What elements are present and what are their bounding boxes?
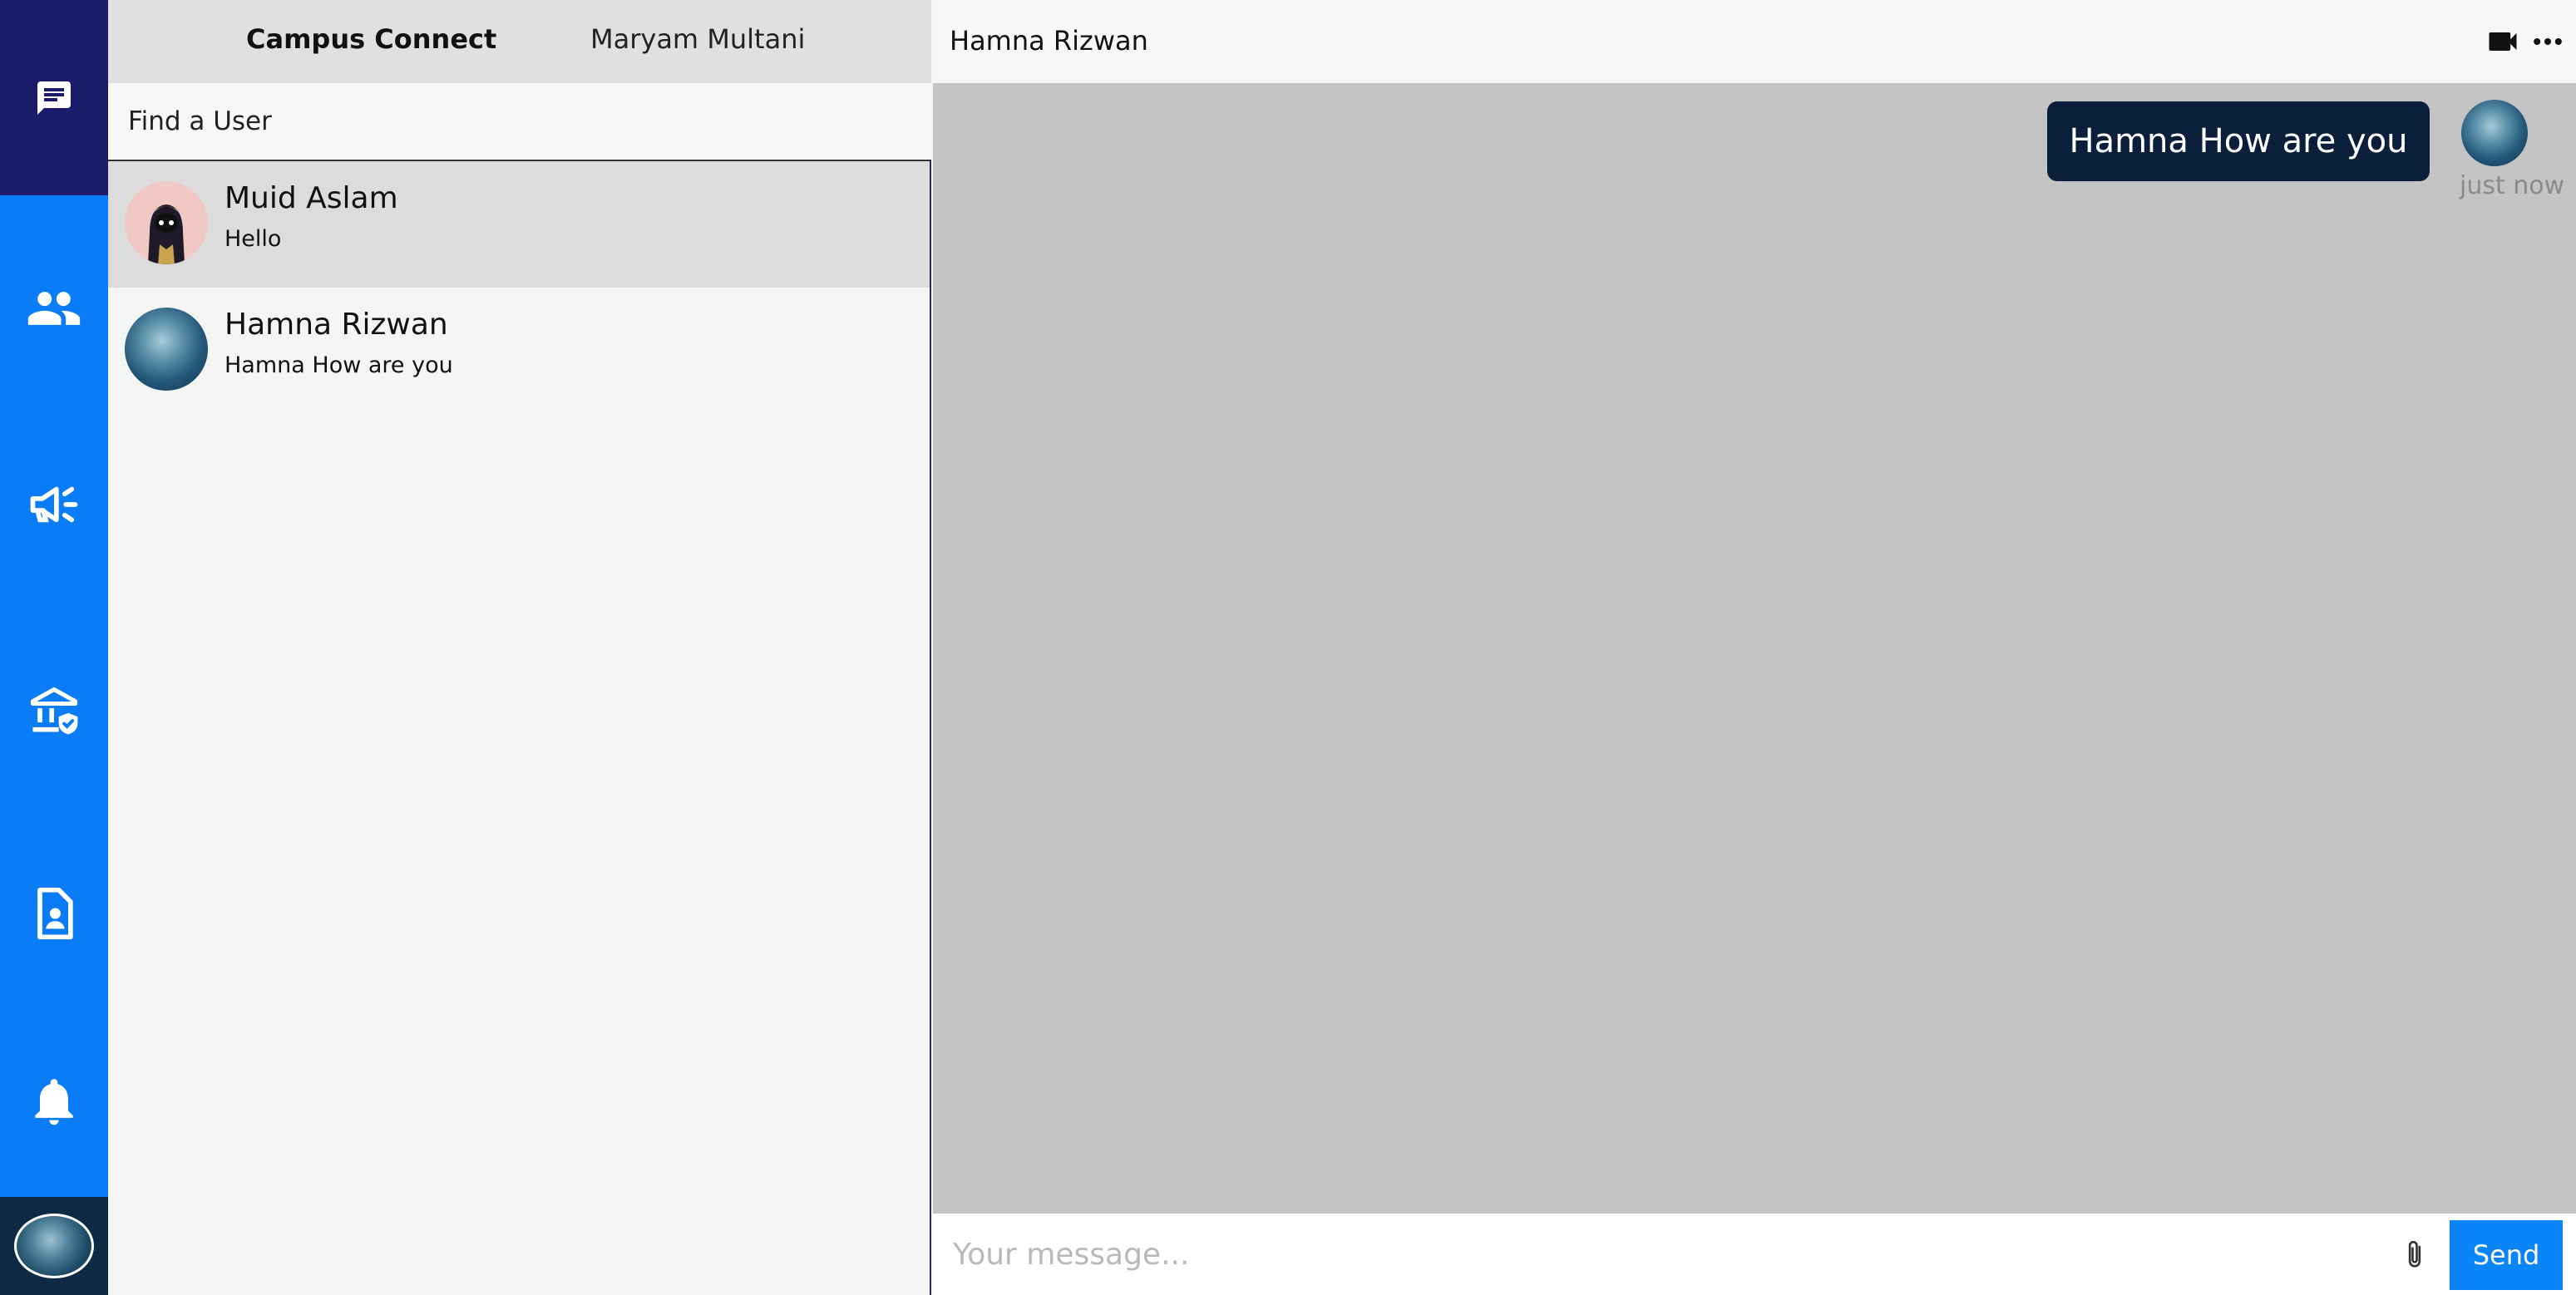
avatar <box>14 1214 94 1278</box>
search-box <box>108 83 931 161</box>
hooded-figure-avatar-icon <box>125 181 208 264</box>
sidebar-item-chats[interactable] <box>0 0 108 195</box>
chat-title: Hamna Rizwan <box>950 25 1148 57</box>
send-button[interactable]: Send <box>2450 1220 2563 1290</box>
current-user-name: Maryam Multani <box>590 23 806 55</box>
chat-list-item[interactable]: Hamna Rizwan Hamna How are you <box>108 288 930 414</box>
video-camera-icon <box>2489 32 2517 51</box>
chat-list-item[interactable]: Muid Aslam Hello <box>108 161 930 288</box>
video-call-button[interactable] <box>2483 23 2523 60</box>
sidebar-item-announcements[interactable] <box>0 459 108 550</box>
message-input[interactable] <box>933 1214 2380 1295</box>
app-brand: Campus Connect <box>246 23 497 55</box>
avatar <box>2461 100 2528 166</box>
app-root: Campus Connect Maryam Multani Muid Aslam… <box>0 0 2576 1295</box>
icon-sidebar <box>0 0 108 1295</box>
current-user-avatar-button[interactable] <box>0 1197 108 1295</box>
message-timestamp: just now <box>2460 171 2565 200</box>
chat-contact-name: Hamna Rizwan <box>225 308 448 342</box>
attach-button[interactable] <box>2396 1232 2433 1278</box>
message-area: Hamna How are you just now <box>933 83 2576 1214</box>
sidebar-item-notifications[interactable] <box>0 1056 108 1147</box>
chat-contact-name: Muid Aslam <box>225 181 398 215</box>
bell-icon <box>35 1079 73 1125</box>
sidebar-item-profile[interactable] <box>0 868 108 959</box>
chat-header: Hamna Rizwan <box>933 0 2576 83</box>
message-bubble: Hamna How are you <box>2047 101 2430 181</box>
conversation-list-panel: Campus Connect Maryam Multani Muid Aslam… <box>108 0 931 1295</box>
paperclip-icon <box>2408 1240 2421 1268</box>
profile-document-icon <box>37 887 73 940</box>
megaphone-icon <box>30 486 78 523</box>
list-header: Campus Connect Maryam Multani <box>108 0 931 83</box>
more-options-button[interactable] <box>2528 23 2568 60</box>
sidebar-item-institution[interactable] <box>0 665 108 756</box>
chat-last-message: Hello <box>225 226 282 252</box>
chat-icon <box>37 81 71 115</box>
chat-last-message: Hamna How are you <box>225 352 453 378</box>
chat-panel: Hamna Rizwan Hamna How are you just now <box>933 0 2576 1295</box>
sidebar-item-users[interactable] <box>0 263 108 354</box>
users-icon <box>27 292 81 325</box>
more-horizontal-icon <box>2534 37 2562 46</box>
institution-icon <box>30 687 78 735</box>
avatar <box>125 181 208 264</box>
message-composer: Send <box>933 1214 2576 1295</box>
search-input[interactable] <box>108 83 931 160</box>
avatar <box>125 308 208 391</box>
